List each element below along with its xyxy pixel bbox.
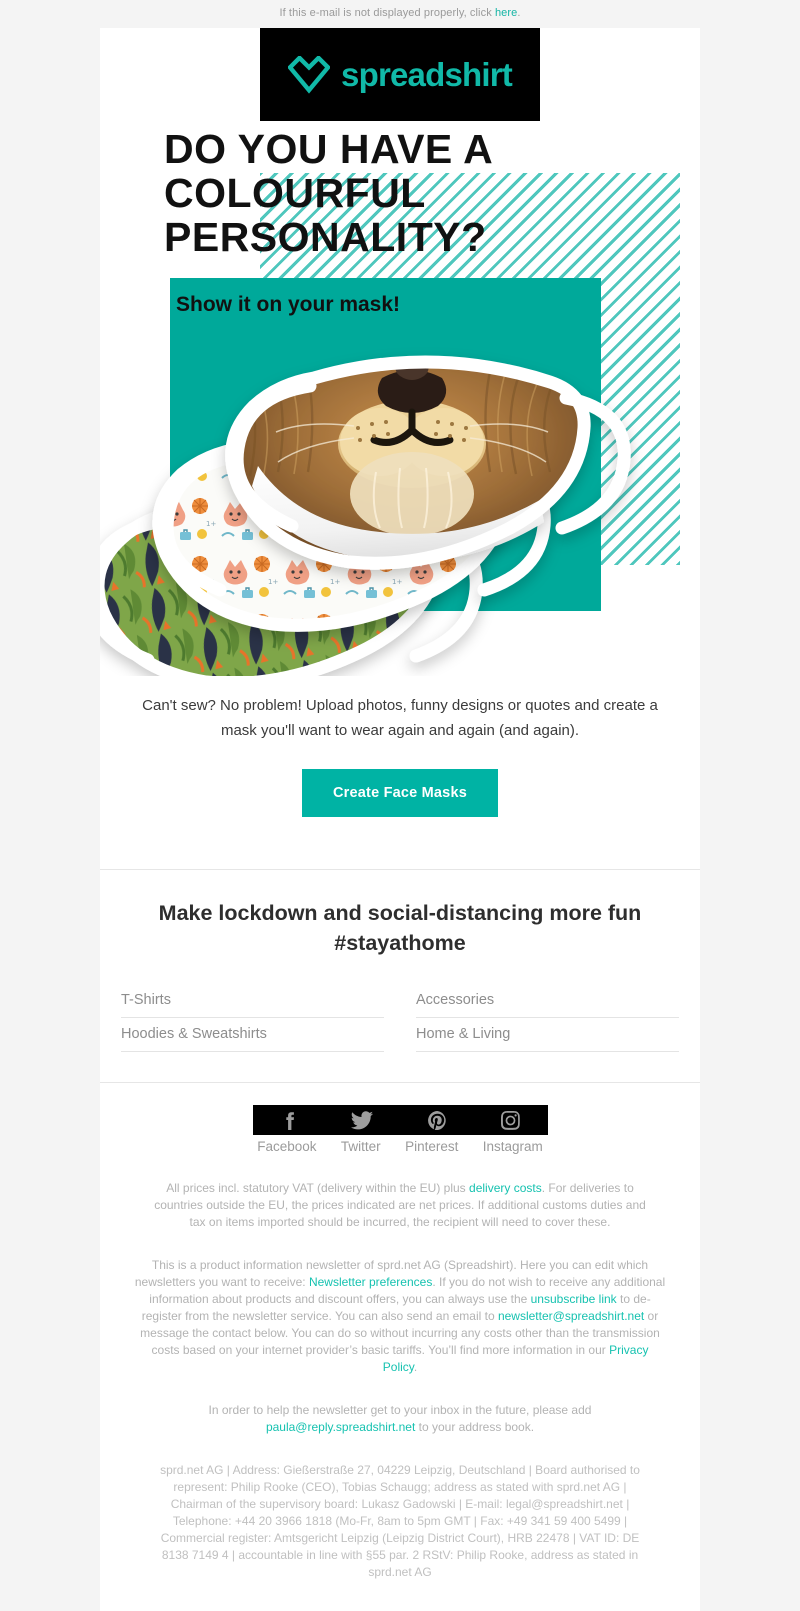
newsletter-preferences-link[interactable]: Newsletter preferences [309,1275,432,1289]
create-face-masks-button[interactable]: Create Face Masks [302,769,498,817]
hero-subheading: Show it on your mask! [176,293,401,316]
social-icon-strip [252,1105,548,1135]
social-labels: Facebook Twitter Pinterest Instagram [245,1139,555,1154]
email-card: spreadshirt Do you have a colourful pers… [100,28,700,1611]
preheader-here-link[interactable]: here [495,7,517,19]
categories-section: Make lockdown and social-distancing more… [100,870,700,1082]
footer-section: Facebook Twitter Pinterest Instagram All… [100,1083,700,1611]
newsletter-text-5: . [413,1360,418,1374]
hero-heading: Do you have a colourful personality? [164,126,492,260]
hero-body-text: Can't sew? No problem! Upload photos, fu… [142,697,658,739]
category-link-home-living[interactable]: Home & Living [416,1018,679,1052]
social-label-facebook[interactable]: Facebook [257,1139,316,1154]
preheader-text-after: . [517,7,521,19]
newsletter-email-link[interactable]: newsletter@spreadshirt.net [498,1309,644,1323]
vat-text-1: All prices incl. statutory VAT (delivery… [166,1181,470,1195]
logo-bar: spreadshirt [260,28,540,121]
vat-legal-text: All prices incl. statutory VAT (delivery… [100,1180,700,1231]
company-details-text: sprd.net AG | Address: Gießerstraße 27, … [160,1463,640,1579]
hero-section: Do you have a colourful personality? Sho… [100,121,700,681]
category-link-tshirts[interactable]: T-Shirts [121,984,384,1018]
twitter-icon[interactable] [351,1110,374,1130]
unsubscribe-link[interactable]: unsubscribe link [531,1292,617,1306]
brand-wordmark: spreadshirt [341,56,513,93]
social-label-twitter[interactable]: Twitter [341,1139,381,1154]
addressbook-text: In order to help the newsletter get to y… [100,1402,700,1436]
cta-container: Create Face Masks [100,743,700,869]
addressbook-text-1: In order to help the newsletter get to y… [208,1403,592,1417]
delivery-costs-link[interactable]: delivery costs [469,1181,542,1195]
facebook-icon[interactable] [280,1111,297,1130]
preheader-text-before: If this e-mail is not displayed properly… [279,7,495,19]
preheader: If this e-mail is not displayed properly… [0,0,800,28]
email-page: If this e-mail is not displayed properly… [0,0,800,1611]
instagram-icon[interactable] [501,1110,521,1130]
pinterest-icon[interactable] [427,1110,447,1130]
category-grid: T-Shirts Accessories Hoodies & Sweatshir… [120,984,680,1052]
category-link-accessories[interactable]: Accessories [416,984,679,1018]
social-label-instagram[interactable]: Instagram [483,1139,543,1154]
newsletter-legal-text: This is a product information newsletter… [100,1257,700,1376]
face-masks-image: 1+1 [100,316,700,676]
social-label-pinterest[interactable]: Pinterest [405,1139,458,1154]
category-link-hoodies-sweatshirts[interactable]: Hoodies & Sweatshirts [121,1018,384,1052]
spreadshirt-heart-logo-icon [287,54,331,94]
addressbook-text-2: to your address book. [415,1420,535,1434]
paula-email-link[interactable]: paula@reply.spreadshirt.net [266,1420,415,1434]
categories-heading: Make lockdown and social-distancing more… [158,901,642,955]
